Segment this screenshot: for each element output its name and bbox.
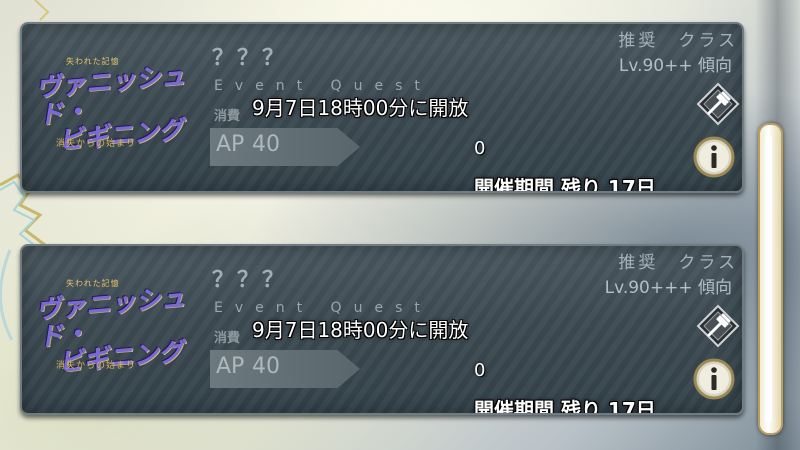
quest-card[interactable]: 失われた記憶 ヴァニッシュド・ ビギニング 消失からの始まり ？？？ 推奨 クラ…	[20, 22, 744, 193]
info-icon	[711, 367, 717, 373]
event-logo: 失われた記憶 ヴァニッシュド・ ビギニング 消失からの始まり	[35, 54, 188, 158]
consume-label: 消費	[214, 109, 241, 124]
recommended-class-label: 推奨 クラス	[618, 31, 738, 51]
event-period-remaining: 開催期間 残り 17日	[474, 398, 656, 415]
recommended-class-label: 推奨 クラス	[618, 253, 738, 273]
recommended-level: Lv.90+++ 傾向	[604, 278, 732, 298]
scrollbar-handle[interactable]	[758, 123, 783, 435]
unlock-time-notice: 9月7日18時00分に開放	[252, 96, 469, 120]
ap-cost-value: 40	[252, 354, 280, 379]
event-logo-subtitle: 消失からの始まり	[56, 361, 137, 371]
consume-label: 消費	[214, 331, 241, 346]
info-icon	[711, 145, 717, 151]
quest-info-button[interactable]	[692, 357, 736, 401]
berserker-class-icon[interactable]	[696, 82, 740, 126]
reward-count: 0	[474, 360, 486, 381]
ap-cost-value: 40	[252, 132, 280, 157]
event-logo: 失われた記憶 ヴァニッシュド・ ビギニング 消失からの始まり	[35, 276, 188, 380]
quest-title: ？？？	[212, 46, 288, 71]
event-logo-top-text: 失われた記憶	[66, 279, 120, 288]
ap-label: AP	[216, 354, 245, 379]
ap-label: AP	[216, 132, 245, 157]
berserker-class-icon[interactable]	[696, 304, 740, 348]
quest-info-button[interactable]	[692, 135, 736, 179]
event-period-remaining: 開催期間 残り 17日	[474, 176, 656, 193]
recommended-level: Lv.90++ 傾向	[618, 56, 732, 76]
unlock-time-notice: 9月7日18時00分に開放	[252, 318, 469, 342]
reward-count: 0	[474, 138, 486, 159]
event-logo-top-text: 失われた記憶	[66, 57, 120, 66]
quest-title: ？？？	[212, 268, 288, 293]
quest-card[interactable]: 失われた記憶 ヴァニッシュド・ ビギニング 消失からの始まり ？？？ 推奨 クラ…	[20, 244, 744, 415]
event-logo-subtitle: 消失からの始まり	[56, 139, 137, 149]
